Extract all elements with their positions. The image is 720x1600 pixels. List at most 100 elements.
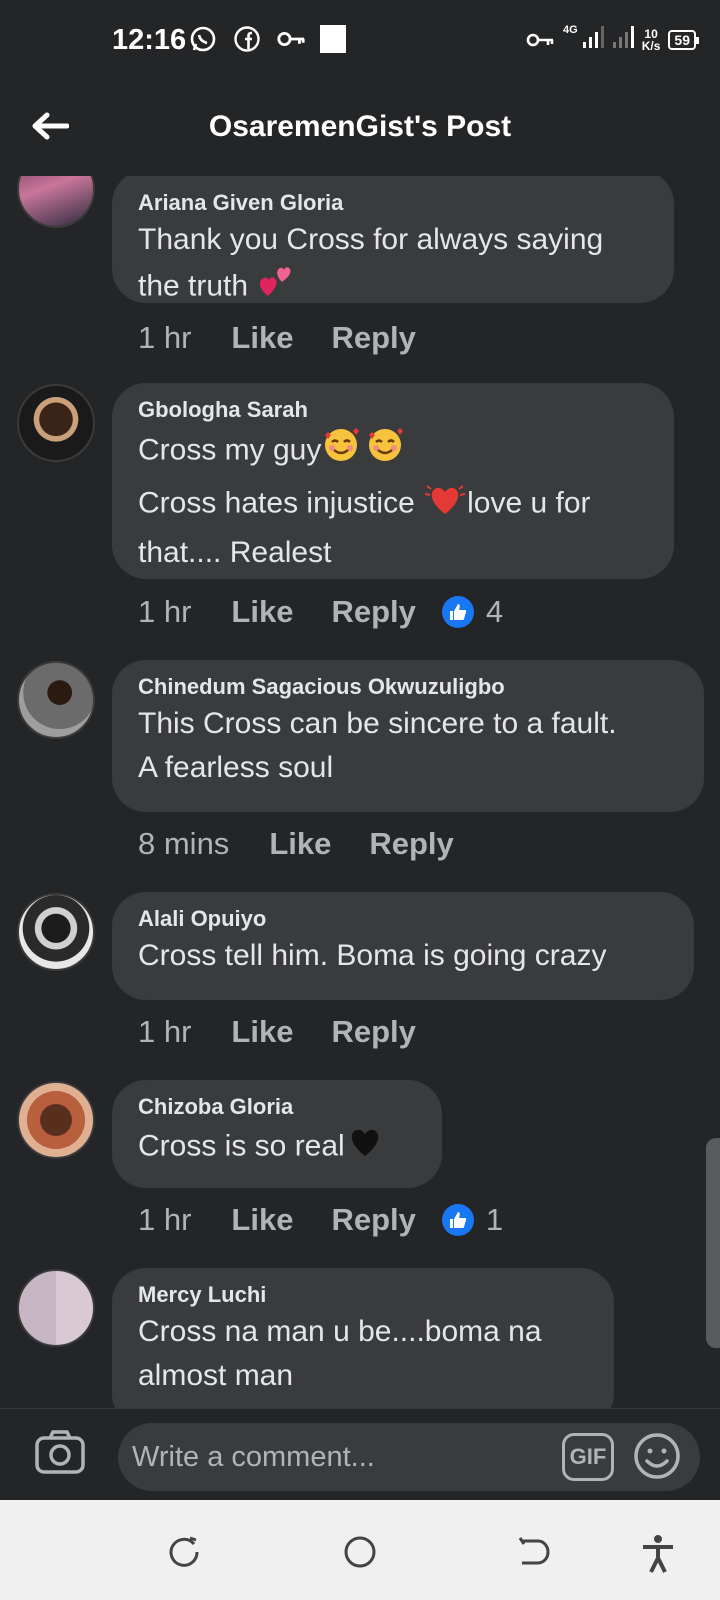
comment-author[interactable]: Gbologha Sarah	[138, 395, 648, 425]
back-nav-icon	[518, 1537, 550, 1565]
comment-author[interactable]: Chizoba Gloria	[138, 1092, 416, 1122]
page-title: OsaremenGist's Post	[208, 110, 512, 143]
comment-text: Cross my guy Cross hates injustice love …	[138, 425, 648, 575]
comment-author[interactable]: Alali Opuiyo	[138, 904, 668, 934]
network-type: 4G	[563, 24, 578, 36]
two-hearts-emoji-icon	[256, 262, 296, 313]
like-button[interactable]: Like	[231, 1202, 293, 1238]
like-button[interactable]: Like	[231, 594, 293, 630]
comment-bubble[interactable]: Gbologha Sarah Cross my guy Cross hates …	[112, 383, 674, 579]
comment-bubble[interactable]: Ariana Given Gloria Thank you Cross for …	[112, 176, 674, 303]
emoji-button[interactable]	[632, 1431, 682, 1481]
avatar[interactable]	[17, 1269, 95, 1347]
accessibility-icon	[643, 1535, 673, 1573]
comment-line: almost man	[138, 1359, 294, 1392]
comment-composer: GIF	[0, 1408, 720, 1500]
comment-meta: 1 hr Like Reply 4	[138, 594, 503, 630]
facebook-icon	[232, 24, 262, 54]
key-icon	[276, 24, 306, 54]
camera-button[interactable]	[34, 1429, 86, 1477]
comment-text: This Cross can be sincere to a fault. A …	[138, 702, 678, 790]
battery-indicator: 59	[668, 29, 699, 50]
signal-icon-secondary	[612, 24, 634, 55]
gif-button[interactable]: GIF	[562, 1433, 614, 1481]
reaction-summary[interactable]: 4	[441, 594, 504, 630]
whatsapp-icon	[188, 24, 218, 54]
avatar[interactable]	[17, 384, 95, 462]
comment-meta: 1 hr Like Reply	[138, 320, 454, 356]
like-button[interactable]: Like	[269, 826, 331, 862]
notification-square-icon	[320, 25, 346, 53]
thumbs-up-icon	[441, 1204, 474, 1236]
avatar[interactable]	[17, 1081, 95, 1159]
thumbs-up-icon	[441, 596, 474, 628]
vpn-key-icon	[525, 25, 555, 55]
comment-author[interactable]: Mercy Luchi	[138, 1280, 588, 1310]
system-status: 4G 10 K/s 59	[525, 24, 699, 55]
reply-button[interactable]: Reply	[331, 1014, 415, 1050]
comment-line: Cross is so real	[138, 1129, 345, 1163]
like-button[interactable]: Like	[231, 320, 293, 356]
avatar[interactable]	[17, 661, 95, 739]
scrollbar-thumb[interactable]	[706, 1138, 720, 1348]
comment-meta: 1 hr Like Reply	[138, 1014, 454, 1050]
beating-heart-emoji-icon	[423, 478, 467, 531]
comment-line: Thank you Cross for always saying	[138, 223, 604, 256]
network-speed: 10 K/s	[642, 28, 661, 52]
comment-meta: 8 mins Like Reply	[138, 826, 492, 862]
recents-icon	[169, 1536, 199, 1567]
reaction-count: 1	[485, 1202, 504, 1237]
comment-time: 1 hr	[138, 1014, 192, 1049]
comment-bubble[interactable]: Alali Opuiyo Cross tell him. Boma is goi…	[112, 892, 694, 1000]
camera-icon	[35, 1430, 85, 1474]
comment-text: Cross na man u be....boma na almost man	[138, 1310, 588, 1398]
notification-icons	[188, 24, 346, 54]
comments-feed[interactable]: Ariana Given Gloria Thank you Cross for …	[0, 176, 720, 1408]
reply-button[interactable]: Reply	[331, 1202, 415, 1238]
comment-time: 1 hr	[138, 1202, 192, 1237]
signal-icon-primary	[582, 24, 604, 55]
comment-line: Cross hates injustice	[138, 486, 415, 520]
comment-text: Cross is so real	[138, 1122, 416, 1173]
recents-button[interactable]	[166, 1534, 202, 1570]
comment-line: Cross my guy	[138, 433, 322, 467]
black-heart-emoji-icon	[345, 1122, 385, 1173]
comment-line: the truth	[138, 269, 249, 303]
comment-line: A fearless soul	[138, 751, 334, 784]
comment-line: Cross tell him. Boma is going crazy	[138, 939, 607, 972]
comment-bubble[interactable]: Chizoba Gloria Cross is so real	[112, 1080, 442, 1188]
comment-time: 1 hr	[138, 320, 192, 355]
smiling-face-hearts-emoji-icon	[321, 425, 405, 478]
like-button[interactable]: Like	[231, 1014, 293, 1050]
comment-bubble[interactable]: Chinedum Sagacious Okwuzuligbo This Cros…	[112, 660, 704, 812]
status-bar: 12:16 4G 10 K/s 59	[0, 0, 720, 80]
smiley-icon	[634, 1433, 680, 1479]
comment-author[interactable]: Chinedum Sagacious Okwuzuligbo	[138, 672, 678, 702]
reaction-count: 4	[485, 594, 504, 629]
comment-line: love u for	[467, 486, 591, 520]
status-time: 12:16	[112, 24, 187, 56]
comment-meta: 1 hr Like Reply 1	[138, 1202, 503, 1238]
comment-line: Cross na man u be....boma na	[138, 1315, 542, 1348]
system-nav-bar	[0, 1500, 720, 1600]
post-header: OsaremenGist's Post	[0, 80, 720, 176]
comment-line: This Cross can be sincere to a fault.	[138, 707, 617, 740]
reaction-summary[interactable]: 1	[441, 1202, 504, 1238]
comment-author[interactable]: Ariana Given Gloria	[138, 188, 648, 218]
reply-button[interactable]: Reply	[369, 826, 453, 862]
speed-unit: K/s	[641, 38, 661, 53]
reply-button[interactable]: Reply	[331, 320, 415, 356]
reply-button[interactable]: Reply	[331, 594, 415, 630]
comment-bubble[interactable]: Mercy Luchi Cross na man u be....boma na…	[112, 1268, 614, 1408]
comment-time: 8 mins	[138, 826, 230, 861]
avatar[interactable]	[17, 176, 95, 228]
comment-text: Thank you Cross for always saying the tr…	[138, 218, 648, 313]
comment-time: 1 hr	[138, 594, 192, 629]
home-circle-icon	[344, 1536, 376, 1568]
accessibility-button[interactable]	[640, 1534, 676, 1573]
avatar[interactable]	[17, 893, 95, 971]
back-nav-button[interactable]	[518, 1534, 554, 1570]
home-button[interactable]	[342, 1534, 378, 1570]
comment-line: that.... Realest	[138, 536, 332, 569]
comment-text: Cross tell him. Boma is going crazy	[138, 934, 668, 978]
